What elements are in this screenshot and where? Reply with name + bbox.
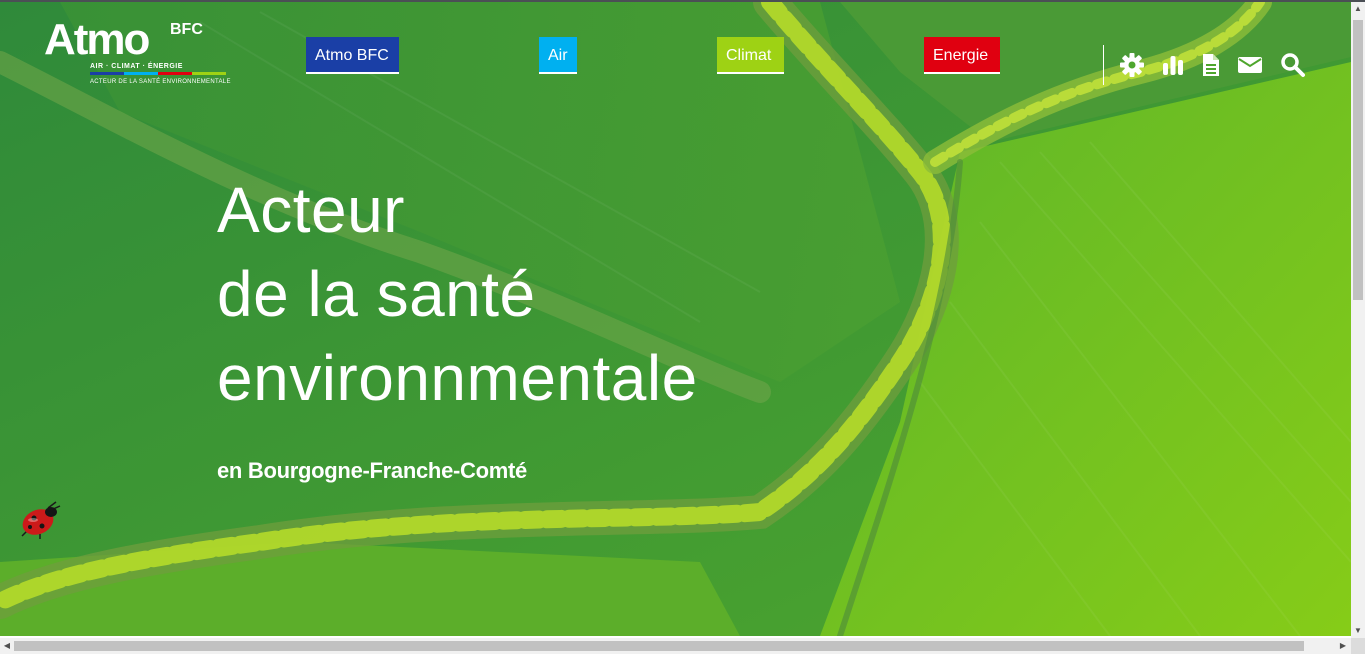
scroll-down-arrow-icon[interactable]: ▼ <box>1351 626 1365 636</box>
hero-banner: Atmo BFC AIR · CLIMAT · ÉNERGIE ACTEUR D… <box>0 2 1351 636</box>
scrollbar-corner <box>1351 638 1365 654</box>
logo-tagline: AIR · CLIMAT · ÉNERGIE <box>90 63 183 70</box>
hero-headline-line: de la santé <box>217 258 536 330</box>
scroll-up-arrow-icon[interactable]: ▲ <box>1351 4 1365 14</box>
logo-region: BFC <box>170 21 203 38</box>
logo-stripe <box>192 72 226 75</box>
envelope-icon[interactable] <box>1237 52 1263 78</box>
gear-icon[interactable] <box>1119 52 1145 78</box>
logo-stripe <box>90 72 124 75</box>
hero-headline: Acteur de la santé environnmentale <box>217 168 698 420</box>
logo-subline: ACTEUR DE LA SANTÉ ENVIRONNEMENTALE <box>90 79 231 85</box>
nav-climat-button[interactable]: Climat <box>717 37 784 74</box>
nav-air-button[interactable]: Air <box>539 37 577 74</box>
hero-headline-line: environnmentale <box>217 342 698 414</box>
search-icon[interactable] <box>1280 52 1306 78</box>
nav-energie-button[interactable]: Energie <box>924 37 1000 74</box>
nav-atmo-bfc-button[interactable]: Atmo BFC <box>306 37 399 74</box>
scroll-right-arrow-icon[interactable]: ▶ <box>1336 641 1350 651</box>
horizontal-scrollbar[interactable]: ◀ ▶ <box>0 638 1351 654</box>
horizontal-scroll-thumb[interactable] <box>14 641 1304 651</box>
hero-subline: en Bourgogne-Franche-Comté <box>217 458 527 483</box>
logo-stripe <box>158 72 192 75</box>
ladybug-icon <box>21 501 61 539</box>
site-logo[interactable]: Atmo BFC AIR · CLIMAT · ÉNERGIE ACTEUR D… <box>44 16 234 88</box>
logo-color-stripes <box>90 72 226 75</box>
vertical-scrollbar[interactable]: ▲ ▼ <box>1351 2 1365 638</box>
chart-icon[interactable] <box>1160 52 1186 78</box>
hero-headline-line: Acteur <box>217 174 405 246</box>
vertical-scroll-thumb[interactable] <box>1353 20 1363 300</box>
scroll-left-arrow-icon[interactable]: ◀ <box>0 641 14 651</box>
logo-stripe <box>124 72 158 75</box>
logo-wordmark: Atmo <box>44 15 150 64</box>
toolbar-divider <box>1103 45 1104 85</box>
document-icon[interactable] <box>1198 52 1224 78</box>
